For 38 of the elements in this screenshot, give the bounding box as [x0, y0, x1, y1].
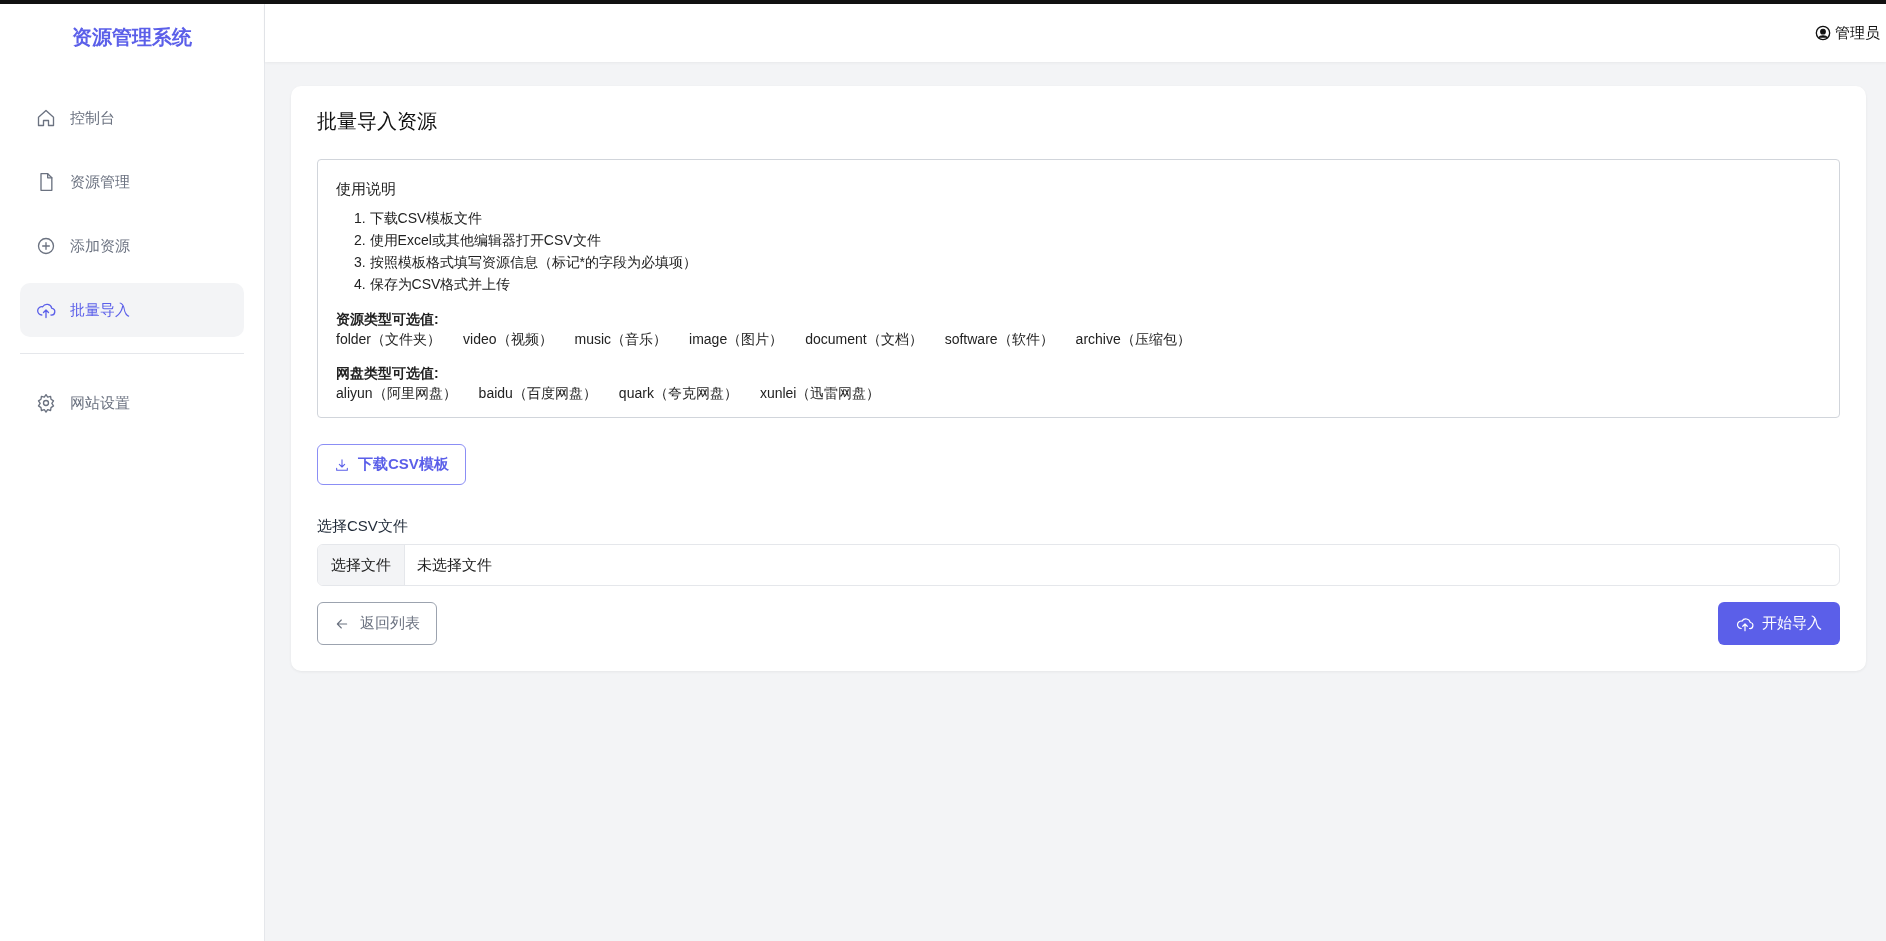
option-value: xunlei（迅雷网盘） [759, 384, 881, 403]
option-value: video（视频） [463, 330, 553, 349]
sidebar-item[interactable]: 批量导入 [20, 283, 244, 337]
download-template-button[interactable]: 下载CSV模板 [317, 444, 466, 485]
option-heading: 网盘类型可选值: [336, 364, 440, 383]
sidebar-item[interactable]: 添加资源 [20, 219, 244, 273]
back-button[interactable]: 返回列表 [317, 602, 437, 645]
user-name[interactable]: 管理员 [1835, 23, 1880, 43]
download-icon [334, 456, 350, 473]
page-title: 批量导入资源 [317, 109, 438, 134]
option-value: music（音乐） [574, 330, 668, 349]
user-avatar-icon [1815, 25, 1831, 41]
instruction-step: 4. 保存为CSV格式并上传 [336, 273, 1821, 295]
file-label: 选择CSV文件 [317, 517, 409, 536]
option-value: document（文档） [805, 330, 923, 349]
option-value: software（软件） [944, 330, 1054, 349]
plus-circle-icon [36, 236, 56, 256]
home-icon [36, 108, 56, 128]
sidebar-item[interactable]: 网站设置 [20, 376, 244, 430]
settings-icon [36, 393, 56, 413]
file-status: 未选择文件 [416, 554, 493, 575]
sidebar-item[interactable]: 控制台 [20, 91, 244, 145]
option-value: aliyun（阿里网盘） [336, 384, 457, 403]
option-value: image（图片） [689, 330, 784, 349]
option-value: archive（压缩包） [1075, 330, 1191, 349]
instruction-step: 1. 下载CSV模板文件 [336, 207, 1821, 229]
file-input[interactable]: 选择文件 未选择文件 [317, 544, 1840, 586]
instructions-title: 使用说明 [336, 180, 397, 199]
choose-file-button[interactable]: 选择文件 [318, 545, 405, 585]
sidebar-item[interactable]: 资源管理 [20, 155, 244, 209]
app-title: 资源管理系统 [71, 25, 193, 50]
option-value: baidu（百度网盘） [478, 384, 597, 403]
option-heading: 资源类型可选值: [336, 310, 440, 329]
option-value: folder（文件夹） [336, 330, 442, 349]
option-value: quark（夸克网盘） [618, 384, 738, 403]
instruction-step: 2. 使用Excel或其他编辑器打开CSV文件 [336, 229, 1821, 251]
start-import-button[interactable]: 开始导入 [1718, 602, 1840, 645]
instruction-step: 3. 按照模板格式填写资源信息（标记*的字段为必填项） [336, 251, 1821, 273]
